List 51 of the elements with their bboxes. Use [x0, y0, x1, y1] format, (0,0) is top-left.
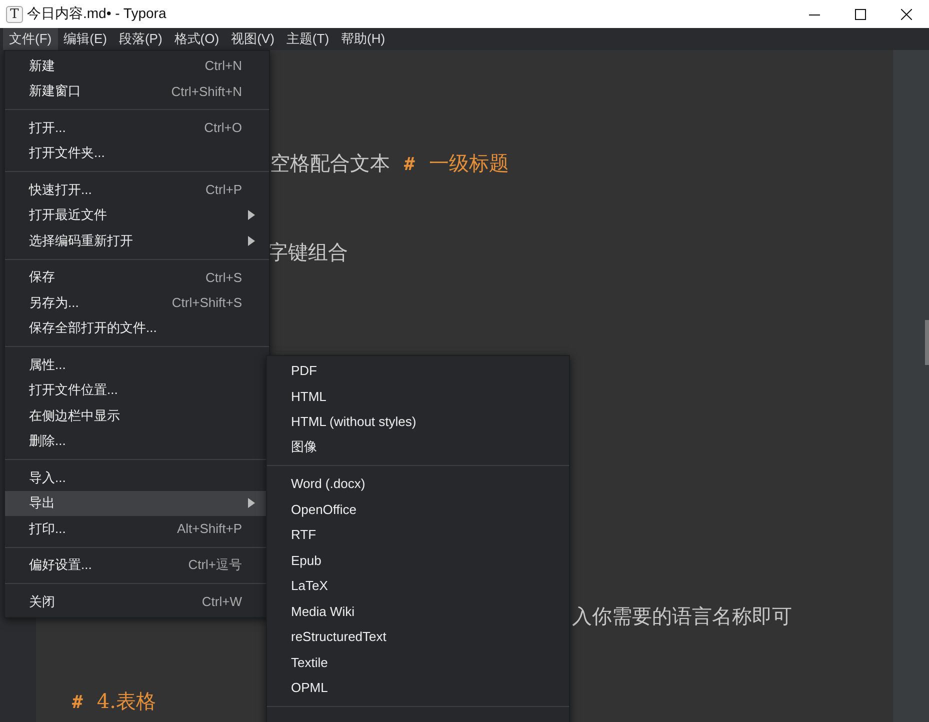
editor-text: 入你需要的语言名称即可 — [572, 603, 792, 630]
menu-item[interactable]: Textile — [267, 650, 569, 675]
heading-text: 一级标题 — [428, 150, 509, 177]
menu-item[interactable]: 属性... — [5, 352, 269, 378]
menu-item[interactable]: 偏好设置... Ctrl+逗号 — [5, 552, 269, 578]
scrollbar[interactable] — [893, 50, 929, 722]
menu-item[interactable]: OpenOffice — [267, 496, 569, 522]
menu-item[interactable]: HTML — [267, 384, 569, 409]
menu-bar-item[interactable]: 帮助(H) — [335, 28, 392, 50]
menu-item[interactable]: OPML — [267, 675, 569, 700]
menu-item[interactable]: Word (.docx) — [267, 471, 569, 496]
close-icon — [900, 8, 912, 20]
menu-item[interactable]: 选择编码重新打开 — [5, 228, 269, 254]
menu-bar-item[interactable]: 文件(F) — [3, 28, 58, 50]
heading-text: 4.表格 — [96, 688, 156, 715]
menu-item[interactable]: 打开最近文件 — [5, 202, 269, 228]
menu-item[interactable]: reStructuredText — [267, 624, 569, 650]
window-title: 今日内容.md• - Typora — [27, 5, 168, 23]
menu-item[interactable]: 保存 Ctrl+S — [5, 264, 269, 290]
menu-item[interactable]: LaTeX — [267, 573, 569, 598]
menu-item[interactable]: Epub — [267, 548, 569, 573]
menu-item[interactable]: 删除... — [5, 428, 269, 454]
menu-bar-item[interactable]: 视图(V) — [225, 28, 280, 50]
menu-bar-item[interactable]: 格式(O) — [168, 28, 226, 50]
menu-bar-item[interactable]: 主题(T) — [280, 28, 336, 50]
scrollbar-thumb[interactable] — [925, 320, 929, 365]
menu-item[interactable]: PDF — [267, 358, 569, 384]
menu-item[interactable]: 打开文件位置... — [5, 378, 269, 403]
app-icon: T — [6, 6, 23, 22]
menu-bar-item[interactable]: 段落(P) — [112, 28, 168, 50]
menu-item[interactable]: HTML (without styles) — [267, 409, 569, 434]
heading-marker: # — [404, 154, 415, 175]
heading-marker: # — [72, 692, 83, 713]
editor-text: 空格配合文本 — [270, 150, 390, 177]
menu-item[interactable]: 打印... Alt+Shift+P — [5, 516, 269, 542]
menu-item[interactable]: 快速打开... Ctrl+P — [5, 177, 269, 202]
menu-item[interactable]: 导入... — [5, 465, 269, 490]
menu-item[interactable]: 另存为... Ctrl+Shift+S — [5, 290, 269, 316]
menu-item[interactable]: 导出 — [5, 490, 269, 516]
menu-item[interactable]: RTF — [267, 522, 569, 548]
maximize-icon — [854, 8, 866, 20]
menu-item[interactable]: 新建 Ctrl+N — [5, 53, 269, 78]
menu-item[interactable]: 新建窗口 Ctrl+Shift+N — [5, 78, 269, 104]
menu-item[interactable]: 保存全部打开的文件... — [5, 316, 269, 341]
menu-item[interactable]: Media Wiki — [267, 598, 569, 624]
menu-item[interactable]: 打开... Ctrl+O — [5, 115, 269, 140]
menu-bar-item[interactable]: 编辑(E) — [58, 28, 113, 50]
menu-item[interactable]: 关闭 Ctrl+W — [5, 589, 269, 614]
menu-item[interactable]: 打开文件夹... — [5, 140, 269, 166]
menu-item[interactable]: 图像 — [267, 434, 569, 460]
menu-item[interactable]: 在侧边栏中显示 — [5, 403, 269, 428]
